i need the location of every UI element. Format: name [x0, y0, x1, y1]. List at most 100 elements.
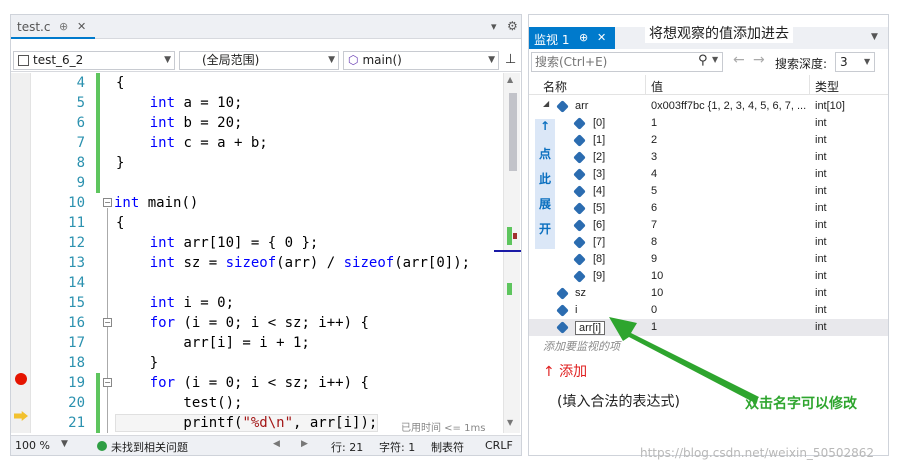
watch-row-arr[interactable]: ◢ arr 0x003ff7bc {1, 2, 3, 4, 5, 6, 7, .…: [529, 98, 888, 115]
code-line[interactable]: int arr[10] = { 0 };: [116, 235, 319, 251]
close-icon[interactable]: ✕: [77, 20, 86, 33]
watch-value[interactable]: 9: [651, 253, 657, 265]
code-line[interactable]: }: [116, 355, 158, 371]
watch-row[interactable]: [1] 2 int: [529, 132, 888, 149]
watch-value[interactable]: 5: [651, 185, 657, 197]
search-input[interactable]: [532, 53, 692, 70]
watch-name[interactable]: i: [575, 304, 577, 316]
watch-row-sz[interactable]: sz 10 int: [529, 285, 888, 302]
gear-icon[interactable]: ⚙: [507, 19, 518, 33]
watch-name[interactable]: [3]: [593, 168, 605, 180]
watch-value[interactable]: 7: [651, 219, 657, 231]
pin-icon[interactable]: ⊕: [59, 20, 68, 33]
watch-value[interactable]: 1: [651, 117, 657, 129]
code-line[interactable]: int c = a + b;: [116, 135, 268, 151]
search-box[interactable]: ⚲ ▼: [531, 52, 723, 72]
code-line[interactable]: {: [116, 215, 124, 231]
code-line[interactable]: for (i = 0; i < sz; i++) {: [116, 375, 369, 391]
watch-name[interactable]: [6]: [593, 219, 605, 231]
watch-name[interactable]: [9]: [593, 270, 605, 282]
back-arrow-icon[interactable]: ←: [733, 52, 745, 68]
code-line[interactable]: }: [116, 155, 124, 171]
chevron-down-icon[interactable]: ▼: [61, 439, 68, 449]
column-divider[interactable]: [645, 75, 646, 95]
collapse-icon[interactable]: −: [103, 318, 112, 327]
watch-name[interactable]: [0]: [593, 117, 605, 129]
collapse-icon[interactable]: −: [103, 198, 112, 207]
watch-row[interactable]: [3] 4 int: [529, 166, 888, 183]
column-header-type[interactable]: 类型: [815, 78, 839, 95]
watch-value[interactable]: 10: [651, 270, 663, 282]
code-line[interactable]: for (i = 0; i < sz; i++) {: [116, 315, 369, 331]
search-depth-select[interactable]: 3 ▼: [835, 52, 875, 72]
scroll-up-icon[interactable]: ▲: [507, 75, 513, 84]
code-line[interactable]: int main(): [114, 195, 198, 211]
column-header-name[interactable]: 名称: [543, 78, 567, 95]
function-dropdown[interactable]: ⬡ main() ▼: [343, 51, 499, 70]
watch-row[interactable]: [8] 9 int: [529, 251, 888, 268]
editor-scrollbar[interactable]: ▲ ▼: [494, 73, 521, 433]
watch-tab[interactable]: 监视 1 ⊕ ✕: [529, 27, 615, 49]
watch-value[interactable]: 8: [651, 236, 657, 248]
watch-name[interactable]: [2]: [593, 151, 605, 163]
watch-name[interactable]: [1]: [593, 134, 605, 146]
watch-value[interactable]: 6: [651, 202, 657, 214]
chevron-down-icon[interactable]: ▾: [491, 20, 497, 33]
breakpoint-gutter[interactable]: [11, 73, 31, 433]
watch-row[interactable]: [9] 10 int: [529, 268, 888, 285]
watch-name[interactable]: sz: [575, 287, 586, 299]
watch-name[interactable]: arr[i]: [575, 321, 605, 335]
watch-value[interactable]: 3: [651, 151, 657, 163]
tabs-indicator[interactable]: 制表符: [431, 439, 464, 455]
line-number: 5: [76, 95, 85, 111]
chevron-down-icon[interactable]: ▼: [871, 32, 878, 42]
breakpoint-icon[interactable]: [15, 373, 27, 385]
watch-type: int: [815, 321, 827, 333]
pin-icon[interactable]: ⊕: [579, 31, 588, 44]
scope-dropdown[interactable]: (全局范围) ▼: [179, 51, 339, 70]
eol-indicator[interactable]: CRLF: [485, 439, 513, 452]
code-line[interactable]: int b = 20;: [116, 115, 243, 131]
watch-row[interactable]: [7] 8 int: [529, 234, 888, 251]
watch-value[interactable]: 10: [651, 287, 663, 299]
perf-tip: 已用时间 <= 1ms: [401, 423, 486, 434]
watch-row[interactable]: [6] 7 int: [529, 217, 888, 234]
code-line[interactable]: {: [116, 75, 124, 91]
code-line[interactable]: int a = 10;: [116, 95, 243, 111]
watch-row[interactable]: [5] 6 int: [529, 200, 888, 217]
split-icon[interactable]: ⊥: [505, 52, 516, 67]
watch-value[interactable]: 0x003ff7bc {1, 2, 3, 4, 5, 6, 7, ...: [651, 100, 806, 112]
annotation-arrow-icon: [609, 317, 759, 403]
zoom-level[interactable]: 100 %: [15, 439, 50, 452]
watch-value[interactable]: 2: [651, 134, 657, 146]
watch-name[interactable]: arr: [575, 100, 588, 112]
collapse-icon[interactable]: −: [103, 378, 112, 387]
issues-status[interactable]: 未找到相关问题: [111, 439, 188, 455]
code-line-current[interactable]: printf("%d\n", arr[i]);: [114, 414, 379, 432]
watch-name[interactable]: [5]: [593, 202, 605, 214]
watch-name[interactable]: [7]: [593, 236, 605, 248]
scroll-down-icon[interactable]: ▼: [507, 418, 513, 427]
scroll-thumb[interactable]: [509, 93, 517, 171]
scroll-right-icon[interactable]: ▶: [301, 439, 308, 449]
code-line[interactable]: int i = 0;: [116, 295, 234, 311]
watch-name[interactable]: [4]: [593, 185, 605, 197]
document-tab-test-c[interactable]: test.c ⊕ ✕: [11, 15, 95, 39]
watch-row[interactable]: [2] 3 int: [529, 149, 888, 166]
chevron-down-icon[interactable]: ▼: [712, 55, 718, 64]
watch-value[interactable]: 4: [651, 168, 657, 180]
collapse-arrow-icon[interactable]: ◢: [543, 99, 549, 108]
code-line[interactable]: arr[i] = i + 1;: [116, 335, 309, 351]
code-line[interactable]: int sz = sizeof(arr) / sizeof(arr[0]);: [116, 255, 470, 271]
watch-row[interactable]: [0] 1 int: [529, 115, 888, 132]
forward-arrow-icon[interactable]: →: [753, 52, 765, 68]
column-header-value[interactable]: 值: [651, 78, 663, 95]
watch-name[interactable]: [8]: [593, 253, 605, 265]
search-icon[interactable]: ⚲: [698, 53, 708, 68]
close-icon[interactable]: ✕: [597, 31, 606, 44]
code-line[interactable]: test();: [116, 395, 242, 411]
project-dropdown[interactable]: test_6_2 ▼: [13, 51, 175, 70]
scroll-left-icon[interactable]: ◀: [273, 439, 280, 449]
watch-row[interactable]: [4] 5 int: [529, 183, 888, 200]
column-divider[interactable]: [809, 75, 810, 95]
